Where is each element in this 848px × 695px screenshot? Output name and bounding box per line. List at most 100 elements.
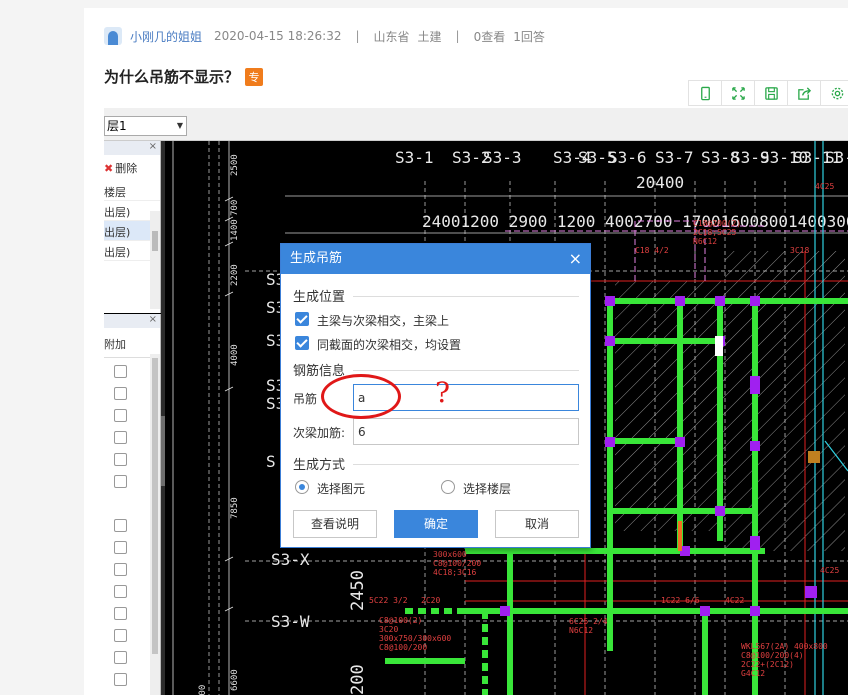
username-link[interactable]: 小刚几的姐姐 bbox=[130, 28, 202, 45]
svg-text:300x750/300x600: 300x750/300x600 bbox=[379, 634, 451, 643]
svg-text:S: S bbox=[266, 452, 276, 471]
svg-text:200: 200 bbox=[348, 664, 368, 695]
radio-select-elements-label: 选择图元 bbox=[317, 482, 366, 496]
svg-text:C8@100/200: C8@100/200 bbox=[379, 643, 427, 652]
section-rebar: 钢筋信息 bbox=[293, 364, 346, 379]
svg-text:300x600: 300x600 bbox=[433, 550, 467, 559]
checkbox[interactable] bbox=[114, 365, 127, 378]
checkbox[interactable] bbox=[114, 673, 127, 686]
avatar[interactable] bbox=[104, 27, 122, 45]
section-method: 生成方式 bbox=[293, 458, 346, 473]
radio-select-elements[interactable] bbox=[295, 480, 309, 494]
svg-text:S3-12: S3-12 bbox=[825, 148, 848, 167]
svg-text:C8@100(2): C8@100(2) bbox=[379, 616, 422, 625]
svg-text:4C25: 4C25 bbox=[815, 182, 834, 191]
svg-text:2500: 2500 bbox=[230, 154, 240, 176]
post-title: 为什么吊筋不显示？ 专 bbox=[104, 66, 264, 87]
meta-separator: | bbox=[455, 29, 460, 43]
svg-text:7850: 7850 bbox=[230, 497, 240, 519]
svg-text:S3-3: S3-3 bbox=[483, 148, 522, 167]
chevron-down-icon[interactable]: ▼ bbox=[177, 117, 183, 135]
svg-text:C8@100/200: C8@100/200 bbox=[433, 559, 481, 568]
radio-select-floors[interactable] bbox=[441, 480, 455, 494]
post-category: 土建 bbox=[417, 29, 442, 44]
svg-text:2200: 2200 bbox=[230, 264, 240, 286]
panel-header: 楼层 bbox=[104, 181, 160, 201]
checkbox[interactable] bbox=[114, 651, 127, 664]
checkbox-same-section[interactable] bbox=[295, 336, 309, 350]
close-icon[interactable]: × bbox=[149, 314, 157, 325]
hanger-label: 吊筋 bbox=[293, 392, 318, 406]
checkbox[interactable] bbox=[114, 563, 127, 576]
app-toolbar: 层1 ▼ bbox=[104, 108, 848, 141]
specialty-badge: 专 bbox=[245, 67, 264, 86]
cancel-button[interactable]: 取消 bbox=[495, 510, 579, 538]
large-dimension: 2450 bbox=[348, 570, 368, 611]
ok-button[interactable]: 确定 bbox=[394, 510, 478, 538]
radio-select-floors-label: 选择楼层 bbox=[463, 482, 512, 496]
delete-icon: ✖ bbox=[104, 162, 114, 175]
svg-text:2C20: 2C20 bbox=[421, 596, 440, 605]
view-count: 0查看 bbox=[473, 29, 506, 44]
svg-text:N6C12: N6C12 bbox=[693, 237, 717, 246]
post-card: 小刚几的姐姐 2020-04-15 18:26:32 | 山东省 土建 | 0查… bbox=[84, 8, 848, 695]
svg-text:4C22: 4C22 bbox=[725, 596, 744, 605]
save-icon[interactable] bbox=[755, 81, 788, 105]
checkbox[interactable] bbox=[114, 519, 127, 532]
checkbox[interactable] bbox=[114, 607, 127, 620]
scrollbar[interactable] bbox=[150, 354, 160, 695]
phone-icon[interactable] bbox=[689, 81, 722, 105]
svg-text:700: 700 bbox=[230, 200, 240, 216]
checkbox[interactable] bbox=[114, 629, 127, 642]
share-icon[interactable] bbox=[788, 81, 821, 105]
question-mark-annotation: ? bbox=[435, 376, 451, 409]
svg-text:S3-W: S3-W bbox=[271, 612, 310, 631]
top-axis-labels: S3-1 S3-2 S3-3 S3-4 S3-5 S3-6 S3-7 S3-8 … bbox=[395, 148, 848, 167]
close-icon[interactable]: × bbox=[149, 141, 157, 152]
scrollbar[interactable] bbox=[150, 211, 160, 309]
dialog-title: 生成吊筋 bbox=[290, 251, 343, 266]
secondary-reinforcement-input[interactable]: 6 bbox=[353, 418, 579, 445]
attribute-panel: × 附加 bbox=[104, 314, 161, 695]
checkbox[interactable] bbox=[114, 453, 127, 466]
svg-text:800: 800 bbox=[198, 685, 208, 695]
floor-select-value: 层1 bbox=[107, 119, 127, 133]
svg-text:C18@200(2): C18@200(2) bbox=[693, 219, 741, 228]
help-button[interactable]: 查看说明 bbox=[293, 510, 377, 538]
checkbox[interactable] bbox=[114, 409, 127, 422]
checkbox[interactable] bbox=[114, 475, 127, 488]
svg-text:2C18;5C25: 2C18;5C25 bbox=[693, 228, 737, 237]
close-icon[interactable]: × bbox=[569, 244, 582, 274]
svg-text:1400: 1400 bbox=[230, 219, 240, 241]
svg-text:C18 4/2: C18 4/2 bbox=[635, 246, 669, 255]
svg-text:6C25 2/4: 6C25 2/4 bbox=[569, 617, 608, 626]
option-main-secondary-label: 主梁与次梁相交，主梁上 bbox=[317, 314, 450, 328]
red-circle-annotation bbox=[321, 374, 401, 419]
svg-text:S3-7: S3-7 bbox=[655, 148, 694, 167]
checkbox[interactable] bbox=[114, 541, 127, 554]
svg-text:3C20: 3C20 bbox=[379, 625, 398, 634]
section-position: 生成位置 bbox=[293, 290, 346, 305]
dialog-titlebar: 生成吊筋 × bbox=[281, 244, 590, 274]
svg-text:G4C12: G4C12 bbox=[741, 669, 765, 678]
meta-separator: | bbox=[355, 29, 360, 43]
svg-text:N6C12: N6C12 bbox=[569, 626, 593, 635]
checkbox[interactable] bbox=[114, 431, 127, 444]
svg-text:WKL567(2A) 400x800: WKL567(2A) 400x800 bbox=[741, 642, 828, 651]
svg-text:S3-6: S3-6 bbox=[608, 148, 647, 167]
image-toolbar bbox=[688, 80, 848, 106]
svg-text:4C25: 4C25 bbox=[820, 566, 839, 575]
post-timestamp: 2020-04-15 18:26:32 bbox=[214, 29, 342, 43]
svg-text:4C18;3C16: 4C18;3C16 bbox=[433, 568, 477, 577]
svg-text:6600: 6600 bbox=[230, 669, 240, 691]
settings-icon[interactable] bbox=[821, 81, 848, 105]
checkbox-main-secondary[interactable] bbox=[295, 312, 309, 326]
floor-select[interactable]: 层1 ▼ bbox=[104, 116, 187, 136]
checkbox[interactable] bbox=[114, 585, 127, 598]
delete-button[interactable]: ✖ 删除 bbox=[104, 155, 160, 181]
svg-text:2C22+(2C12): 2C22+(2C12) bbox=[741, 660, 794, 669]
fullscreen-icon[interactable] bbox=[722, 81, 755, 105]
checkbox[interactable] bbox=[114, 387, 127, 400]
answer-count: 1回答 bbox=[513, 29, 545, 44]
floor-panel: × ✖ 删除 楼层 出层) 出层) 出层) bbox=[104, 141, 161, 313]
